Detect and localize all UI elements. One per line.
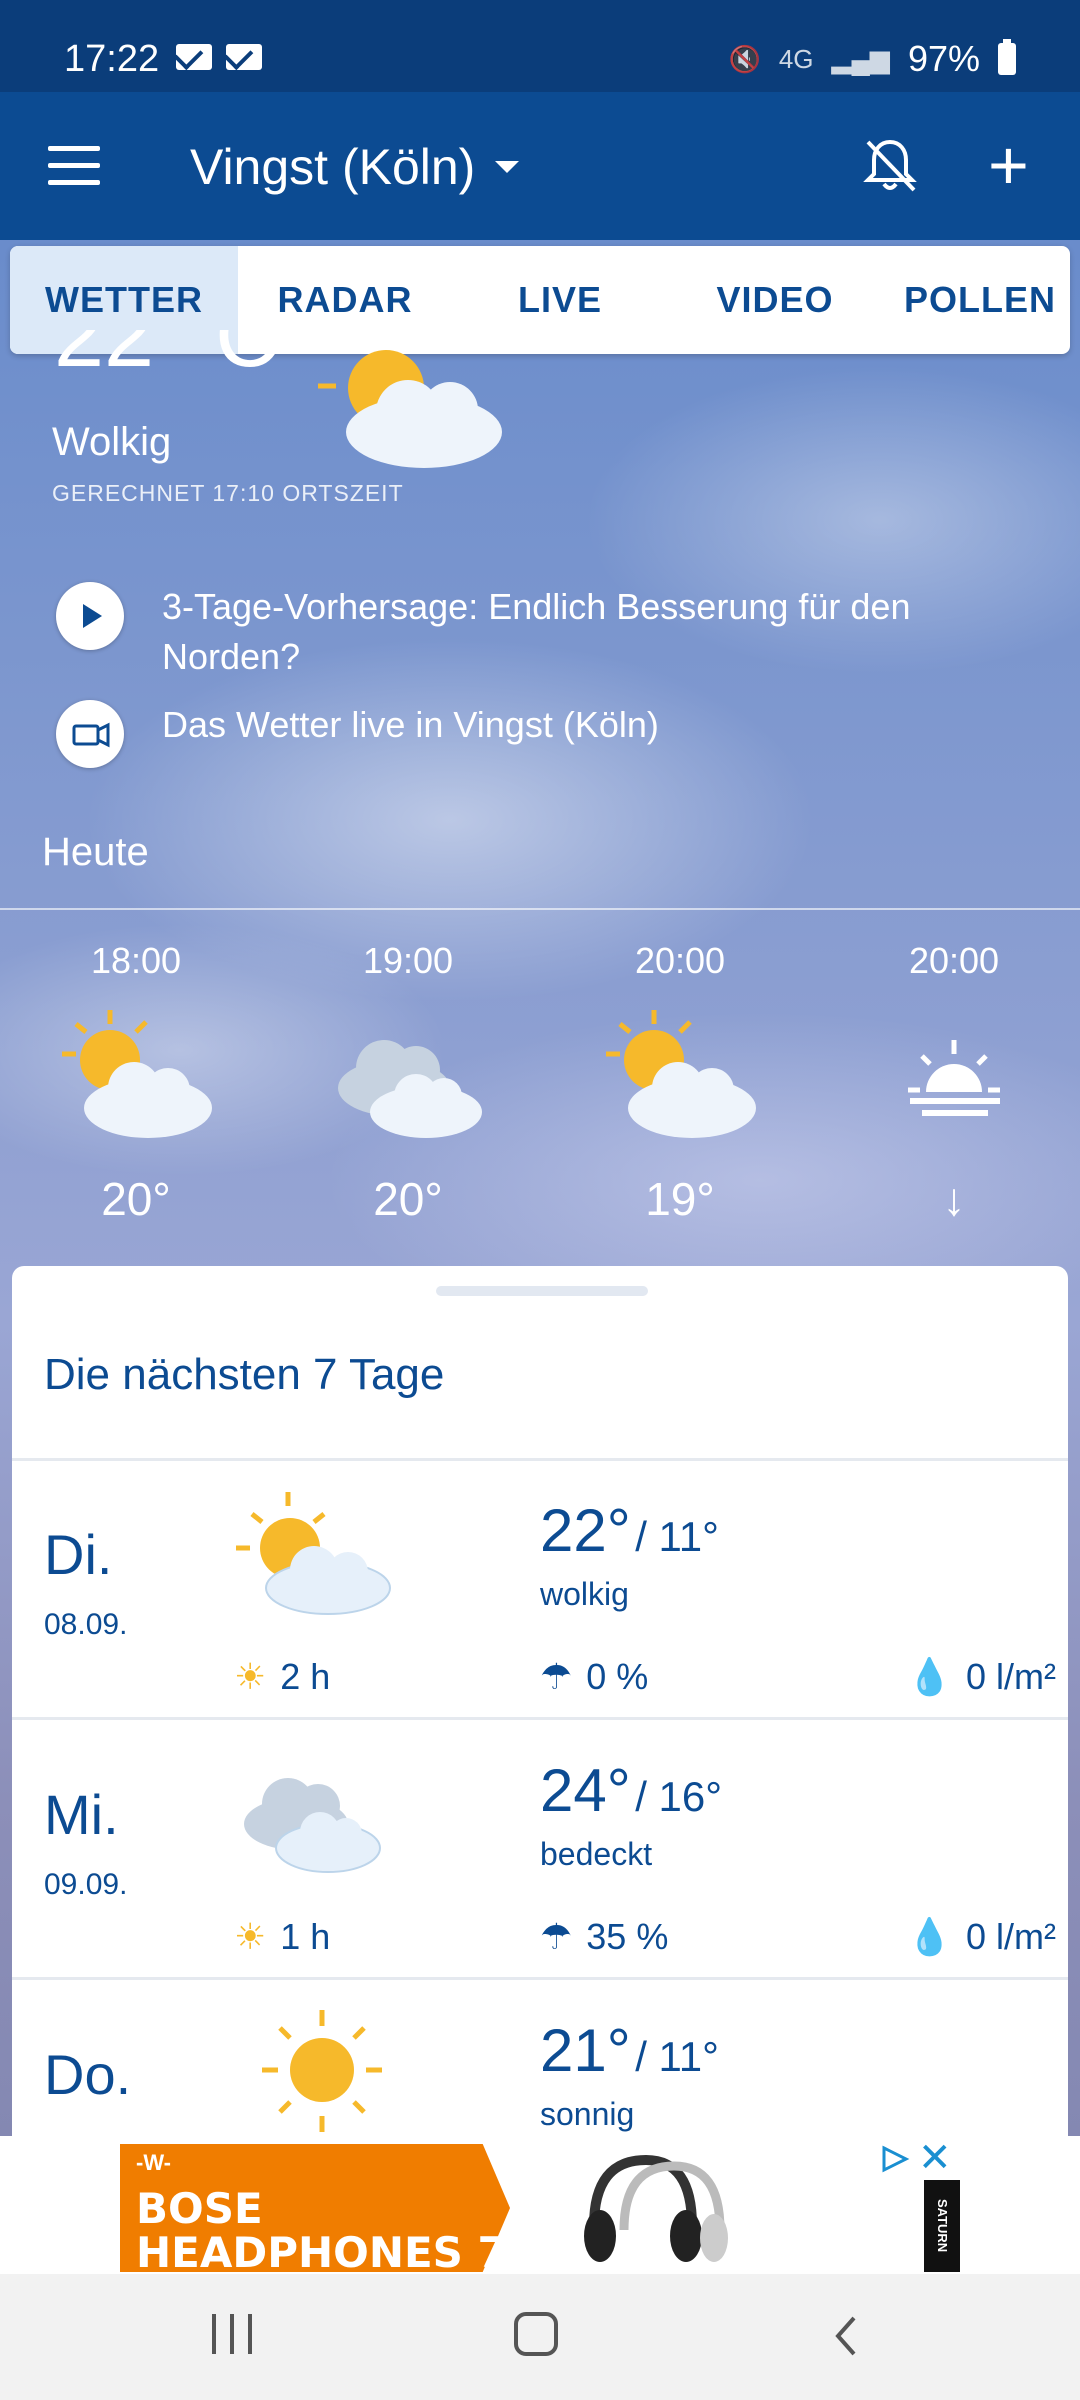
mute-icon: 🔇 (728, 43, 761, 74)
day-low: / 16° (635, 1773, 723, 1820)
ad-banner[interactable]: -W- BOSE HEADPHONES 700 ✕ SATURN (0, 2136, 1080, 2277)
notification-off-icon[interactable] (858, 134, 922, 198)
hour-item[interactable]: 19:00 20° (318, 940, 498, 1226)
day-temps: 21° / 11° (540, 2016, 719, 2085)
forecast-title: Die nächsten 7 Tage (44, 1350, 445, 1399)
tab-live[interactable]: LIVE (452, 246, 668, 354)
day-temps: 22° / 11° (540, 1496, 719, 1565)
status-bar: 17:22 🔇 4G ▂▄▆ 97% (0, 0, 1080, 92)
app-bar: Vingst (Köln) + (0, 92, 1080, 240)
hour-time: 20:00 (634, 940, 726, 981)
sunshine-hours: ☀ 1 h (234, 1916, 331, 1957)
divider (0, 908, 1080, 910)
raindrops-icon: 💧 (907, 1916, 952, 1957)
ad-line2: HEADPHONES 700 (136, 2228, 566, 2277)
divider (12, 1458, 1068, 1461)
rain-probability: ☂ 35 % (540, 1916, 669, 1957)
forecast-day-row[interactable]: Do. 21° / 11° sonnig (12, 1982, 1068, 2136)
menu-icon[interactable] (48, 146, 100, 186)
tab-video[interactable]: VIDEO (668, 246, 882, 354)
hour-time: 20:00 (908, 940, 1000, 981)
partly-cloudy-icon (318, 350, 502, 468)
hour-time: 19:00 (362, 940, 454, 981)
forecast-day-row[interactable]: Di. 08.09. 22° / 11° wolkig ☀ 2 h ☂ 0 % 💧 0… (12, 1462, 1068, 1720)
day-high: 22° (540, 1497, 631, 1564)
back-button[interactable] (826, 2314, 866, 2358)
day-temps: 24° / 16° (540, 1756, 722, 1825)
day-low: / 11° (635, 2033, 719, 2080)
sunset-arrow: ↓ (942, 1173, 966, 1225)
hour-item[interactable]: 20:00 ↓ (864, 940, 1044, 1226)
ad-brand: -W- (136, 2150, 171, 2175)
rain-amount: 💧 0 l/m² (907, 1656, 1056, 1697)
partly-cloudy-icon (590, 1004, 770, 1154)
battery-percent: 97% (907, 38, 980, 79)
battery-icon (998, 39, 1016, 75)
video-camera-icon (56, 700, 124, 768)
hour-item[interactable]: 18:00 20° (46, 940, 226, 1226)
ad-sponsor: SATURN (924, 2180, 960, 2272)
news-video-link[interactable]: 3-Tage-Vorhersage: Endlich Besserung für… (56, 582, 1042, 682)
chevron-down-icon (495, 161, 520, 173)
day-date: 09.09. (44, 1868, 128, 1901)
umbrella-icon: ☂ (540, 1916, 573, 1957)
hour-temp: 20° (373, 1173, 443, 1225)
headphones-image (584, 2154, 728, 2262)
system-nav-bar (0, 2274, 1080, 2400)
partly-cloudy-icon (46, 1004, 226, 1154)
day-name: Do. (44, 2043, 132, 2106)
sun-icon: ☀ (234, 1656, 267, 1697)
hour-time: 18:00 (90, 940, 182, 981)
live-weather-link[interactable]: Das Wetter live in Vingst (Köln) (56, 700, 1042, 768)
day-high: 21° (540, 2017, 631, 2084)
day-low: / 11° (635, 1513, 719, 1560)
add-location-button[interactable]: + (988, 130, 1029, 200)
ad-line1: BOSE (136, 2184, 263, 2233)
status-right: 🔇 4G ▂▄▆ 97% (728, 38, 1016, 80)
mail-icon (226, 44, 262, 70)
live-title: Das Wetter live in Vingst (Köln) (162, 704, 659, 745)
hour-temp: 19° (645, 1173, 715, 1225)
umbrella-icon: ☂ (540, 1656, 573, 1697)
day-name: Di. (44, 1523, 113, 1586)
adchoices-icon[interactable] (878, 2144, 912, 2174)
drag-handle[interactable] (436, 1286, 648, 1296)
rain-probability: ☂ 0 % (540, 1656, 649, 1697)
day-high: 24° (540, 1757, 631, 1824)
today-label: Heute (42, 830, 149, 874)
news-title: 3-Tage-Vorhersage: Endlich Besserung für… (162, 586, 911, 677)
day-condition: bedeckt (540, 1836, 653, 1872)
cloudy-icon (318, 1004, 498, 1154)
close-icon[interactable]: ✕ (918, 2138, 952, 2178)
location-selector[interactable]: Vingst (Köln) (190, 138, 520, 196)
current-condition: Wolkig (52, 420, 172, 464)
current-temperature: 22 °C (54, 330, 281, 386)
cloudy-icon (244, 1778, 381, 1873)
rain-amount: 💧 0 l/m² (907, 1916, 1056, 1957)
play-icon (56, 582, 124, 650)
hour-temp: 20° (101, 1173, 171, 1225)
signal-icon: ▂▄▆ (831, 43, 890, 74)
sun-icon: ☀ (234, 1916, 267, 1957)
raindrops-icon: 💧 (907, 1656, 952, 1697)
network-label: 4G (778, 43, 814, 74)
hour-item[interactable]: 20:00 19° (590, 940, 770, 1226)
partly-cloudy-icon (236, 1492, 391, 1615)
status-time: 17:22 (64, 38, 160, 80)
location-name: Vingst (Köln) (190, 139, 476, 195)
sunshine-hours: ☀ 2 h (234, 1656, 331, 1697)
mail-icon (176, 44, 212, 70)
day-condition: wolkig (540, 1576, 629, 1612)
forecast-day-row[interactable]: Mi. 09.09. 24° / 16° bedeckt ☀ 1 h ☂ 35 % … (12, 1722, 1068, 1980)
sunset-icon (864, 1004, 1044, 1154)
recent-apps-button[interactable] (212, 2314, 252, 2354)
day-name: Mi. (44, 1783, 119, 1846)
day-date: 08.09. (44, 1608, 128, 1641)
home-button[interactable] (514, 2312, 558, 2356)
forecast-sheet: Die nächsten 7 Tage Di. 08.09. 22° / 11°… (12, 1266, 1068, 2136)
sun-icon (262, 2010, 382, 2132)
day-condition: sonnig (540, 2096, 635, 2132)
calculated-time: GERECHNET 17:10 ORTSZEIT (52, 480, 404, 506)
tab-pollen[interactable]: POLLEN (882, 246, 1070, 354)
